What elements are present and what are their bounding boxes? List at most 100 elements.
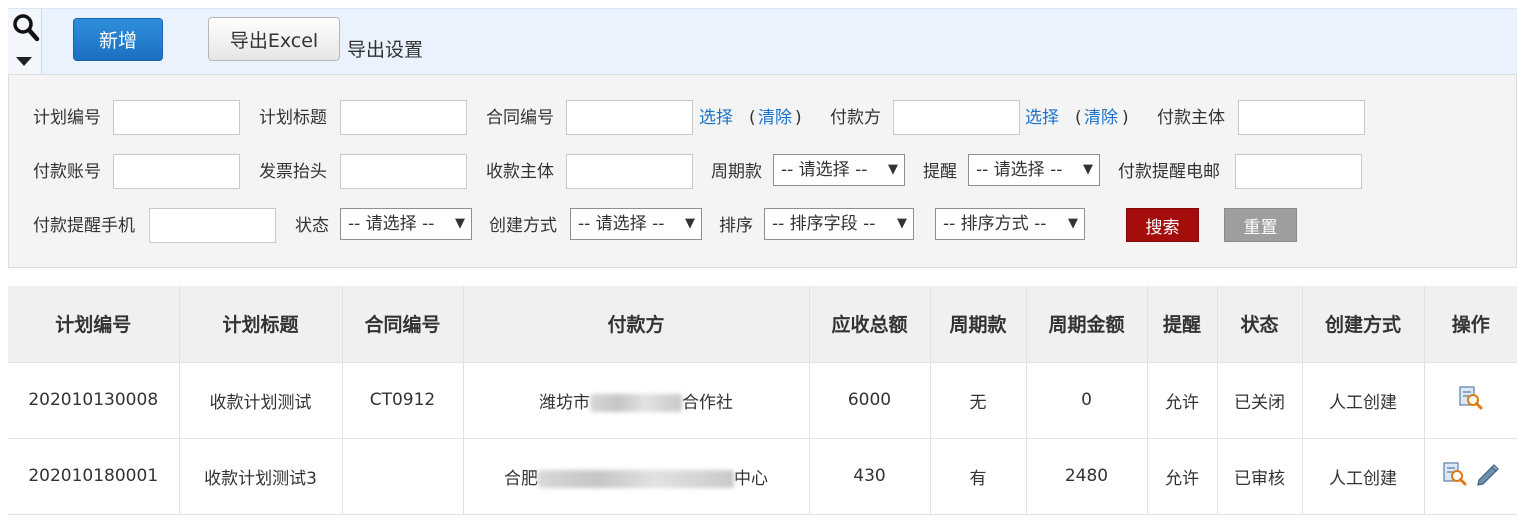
table-row[interactable]: 202010180001 收款计划测试3 合肥 中心 430 有 2480 允许 … — [8, 438, 1517, 515]
plan-table: 计划编号 计划标题 合同编号 付款方 应收总额 周期款 周期金额 提醒 状态 创… — [8, 286, 1517, 515]
column-header[interactable]: 计划标题 — [179, 286, 343, 363]
contract-select-link[interactable]: 选择 — [699, 108, 733, 128]
reset-button[interactable]: 重置 — [1224, 208, 1297, 242]
cell-payer: 合肥 中心 — [463, 438, 810, 515]
table-header-row: 计划编号 计划标题 合同编号 付款方 应收总额 周期款 周期金额 提醒 状态 创… — [8, 286, 1517, 363]
payer-prefix: 合肥 — [504, 468, 538, 489]
column-header[interactable]: 付款方 — [463, 286, 810, 363]
view-detail-icon[interactable] — [1458, 385, 1484, 411]
periodic-label: 周期款 — [711, 162, 762, 182]
payer-input[interactable] — [893, 100, 1020, 135]
payer-entity-label: 付款主体 — [1157, 108, 1225, 128]
sort-label: 排序 — [719, 216, 753, 236]
filter-panel: 计划编号 计划标题 合同编号 选择 ( 清除 ) 付款方 选择 ( 清除 ) 付… — [8, 74, 1517, 268]
table-row[interactable]: 202010130008 收款计划测试 CT0912 潍坊市 合作社 6000 无… — [8, 362, 1517, 439]
sort-order-select-value: -- 排序方式 -- — [943, 214, 1047, 234]
contract-clear-link[interactable]: 清除 — [758, 108, 792, 128]
remind-phone-input[interactable] — [149, 208, 276, 243]
cell-payer: 潍坊市 合作社 — [463, 362, 810, 439]
view-detail-icon[interactable] — [1442, 461, 1468, 487]
cell-period-amount: 0 — [1026, 362, 1148, 439]
plan-title-input[interactable] — [340, 100, 467, 135]
sort-order-select[interactable]: -- 排序方式 -- ▼ — [935, 208, 1085, 240]
cell-title: 收款计划测试3 — [179, 438, 343, 515]
plan-title-label: 计划标题 — [259, 108, 327, 128]
paren-close: ) — [1122, 108, 1129, 128]
column-header[interactable]: 合同编号 — [342, 286, 464, 363]
payer-entity-input[interactable] — [1238, 100, 1365, 135]
status-select[interactable]: -- 请选择 -- ▼ — [340, 208, 472, 240]
dropdown-arrow-icon: ▼ — [455, 216, 465, 231]
remind-email-label: 付款提醒电邮 — [1118, 162, 1220, 182]
remind-phone-label: 付款提醒手机 — [33, 216, 135, 236]
cell-remind: 允许 — [1147, 438, 1218, 515]
add-button[interactable]: 新增 — [73, 18, 163, 61]
dropdown-arrow-icon: ▼ — [888, 162, 898, 177]
contract-no-input[interactable] — [566, 100, 693, 135]
cell-create-method: 人工创建 — [1302, 362, 1425, 439]
redacted-blur — [538, 469, 734, 488]
payer-clear-link[interactable]: 清除 — [1084, 108, 1118, 128]
export-settings-link[interactable]: 导出设置 — [347, 35, 423, 62]
cell-period-amount: 2480 — [1026, 438, 1148, 515]
column-header[interactable]: 状态 — [1217, 286, 1303, 363]
sort-field-select-value: -- 排序字段 -- — [772, 214, 876, 234]
cell-actions — [1424, 362, 1517, 439]
status-label: 状态 — [295, 216, 329, 236]
export-excel-button[interactable]: 导出Excel — [208, 17, 340, 61]
cell-plan-no: 202010130008 — [8, 362, 180, 439]
search-button[interactable]: 搜索 — [1126, 208, 1199, 242]
edit-pencil-icon[interactable] — [1474, 461, 1500, 487]
cell-title: 收款计划测试 — [179, 362, 343, 439]
receiver-entity-input[interactable] — [566, 154, 693, 189]
remind-label: 提醒 — [923, 162, 957, 182]
paren-open: ( — [1075, 108, 1082, 128]
create-method-label: 创建方式 — [489, 216, 557, 236]
cell-contract-no: CT0912 — [342, 362, 464, 439]
paren-close: ) — [795, 108, 802, 128]
cell-status: 已关闭 — [1217, 362, 1303, 439]
invoice-title-input[interactable] — [340, 154, 467, 189]
dropdown-arrow-icon: ▼ — [897, 216, 907, 231]
cell-periodic: 有 — [930, 438, 1027, 515]
search-toggle[interactable] — [8, 9, 42, 75]
column-header[interactable]: 周期款 — [930, 286, 1027, 363]
remind-email-input[interactable] — [1235, 154, 1362, 189]
cell-status: 已审核 — [1217, 438, 1303, 515]
search-icon — [13, 14, 40, 42]
payer-select-link[interactable]: 选择 — [1025, 108, 1059, 128]
column-header[interactable]: 周期金额 — [1026, 286, 1148, 363]
cell-total: 430 — [809, 438, 931, 515]
pay-account-input[interactable] — [113, 154, 240, 189]
cell-create-method: 人工创建 — [1302, 438, 1425, 515]
redacted-blur — [590, 393, 682, 412]
contract-no-label: 合同编号 — [486, 108, 554, 128]
receiver-entity-label: 收款主体 — [486, 162, 554, 182]
column-header[interactable]: 提醒 — [1147, 286, 1218, 363]
dropdown-arrow-icon: ▼ — [1083, 162, 1093, 177]
payer-label: 付款方 — [830, 108, 881, 128]
periodic-select[interactable]: -- 请选择 -- ▼ — [773, 154, 905, 186]
create-method-select-value: -- 请选择 -- — [578, 214, 665, 234]
chevron-down-icon[interactable] — [16, 57, 32, 66]
column-header[interactable]: 应收总额 — [809, 286, 931, 363]
column-header[interactable]: 创建方式 — [1302, 286, 1425, 363]
column-header[interactable]: 计划编号 — [8, 286, 180, 363]
create-method-select[interactable]: -- 请选择 -- ▼ — [570, 208, 702, 240]
payer-suffix: 中心 — [734, 468, 768, 489]
sort-field-select[interactable]: -- 排序字段 -- ▼ — [764, 208, 914, 240]
cell-total: 6000 — [809, 362, 931, 439]
cell-periodic: 无 — [930, 362, 1027, 439]
dropdown-arrow-icon: ▼ — [685, 216, 695, 231]
payer-prefix: 潍坊市 — [539, 392, 590, 413]
cell-remind: 允许 — [1147, 362, 1218, 439]
plan-no-label: 计划编号 — [33, 108, 101, 128]
remind-select[interactable]: -- 请选择 -- ▼ — [968, 154, 1100, 186]
payer-suffix: 合作社 — [682, 392, 733, 413]
plan-no-input[interactable] — [113, 100, 240, 135]
remind-select-value: -- 请选择 -- — [976, 160, 1063, 180]
paren-open: ( — [749, 108, 756, 128]
cell-contract-no — [342, 438, 464, 515]
dropdown-arrow-icon: ▼ — [1068, 216, 1078, 231]
periodic-select-value: -- 请选择 -- — [781, 160, 868, 180]
